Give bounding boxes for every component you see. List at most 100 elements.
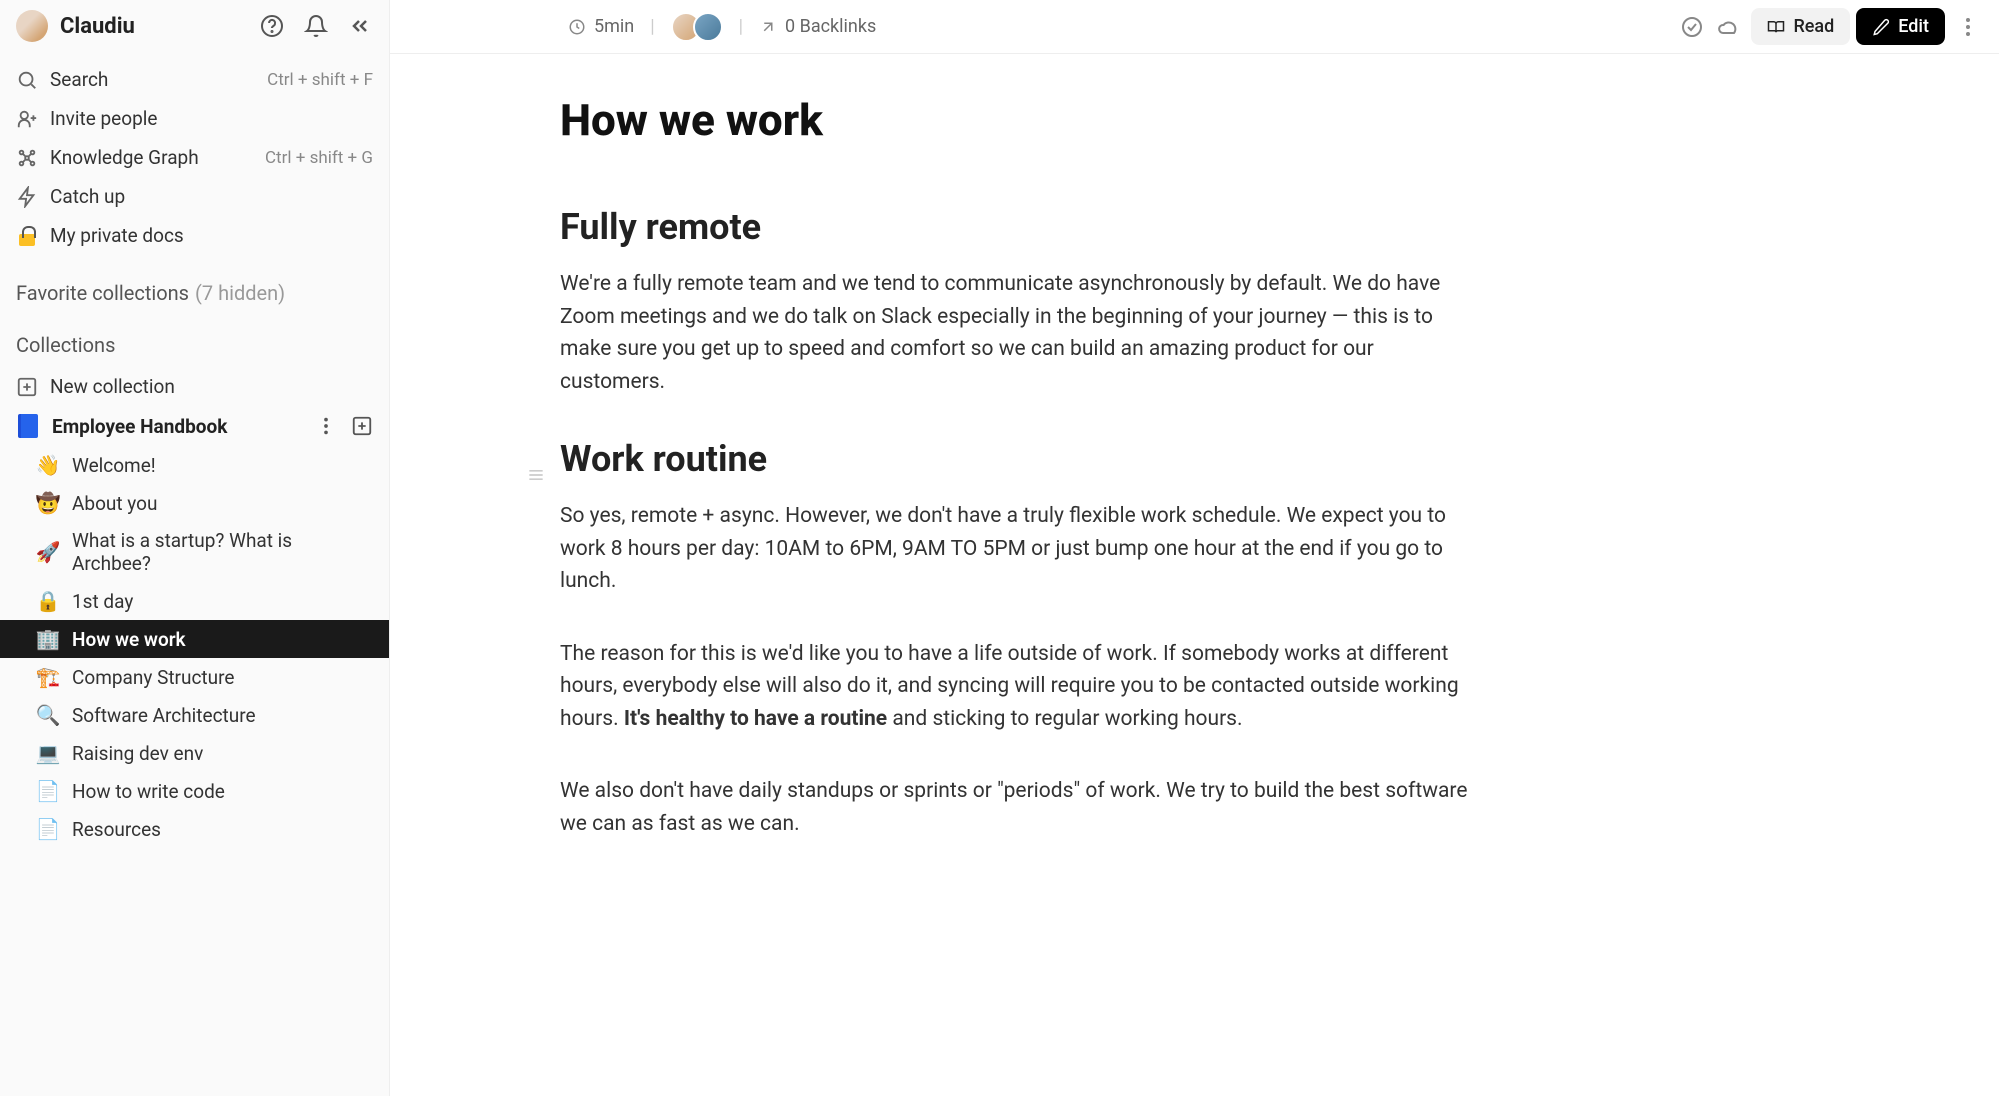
book-icon — [16, 414, 40, 438]
new-collection-button[interactable]: New collection — [0, 367, 389, 406]
shortcut-hint: Ctrl + shift + F — [267, 70, 373, 90]
doc-item[interactable]: 🚀 What is a startup? What is Archbee? — [0, 522, 389, 582]
heading-text: Work routine — [560, 438, 767, 480]
sidebar-item-catchup[interactable]: Catch up — [0, 177, 389, 216]
graph-icon — [16, 147, 38, 169]
collection-employee-handbook[interactable]: Employee Handbook — [0, 406, 389, 446]
paragraph[interactable]: The reason for this is we'd like you to … — [560, 638, 1470, 736]
check-circle-icon[interactable] — [1679, 14, 1705, 40]
read-label: Read — [1793, 16, 1834, 37]
drag-handle-icon[interactable] — [526, 452, 546, 494]
doc-emoji-icon: 🏗️ — [36, 665, 60, 689]
doc-item[interactable]: 🔍 Software Architecture — [0, 696, 389, 734]
sidebar-item-label: Catch up — [50, 185, 373, 208]
doc-item[interactable]: 📄 How to write code — [0, 772, 389, 810]
user-name[interactable]: Claudiu — [60, 14, 247, 39]
doc-title[interactable]: How we work — [560, 94, 1979, 146]
doc-item[interactable]: 🤠 About you — [0, 484, 389, 522]
doc-emoji-icon: 💻 — [36, 741, 60, 765]
doc-emoji-icon: 📄 — [36, 779, 60, 803]
doc-emoji-icon: 👋 — [36, 453, 60, 477]
plus-square-icon — [16, 376, 38, 398]
sidebar-item-private[interactable]: My private docs — [0, 216, 389, 255]
help-icon[interactable] — [259, 13, 285, 39]
doc-label: Raising dev env — [72, 742, 203, 765]
user-avatar[interactable] — [16, 10, 48, 42]
sidebar-item-invite[interactable]: Invite people — [0, 99, 389, 138]
avatar — [693, 12, 723, 42]
doc-label: Welcome! — [72, 454, 156, 477]
main: 5min | | 0 Backlinks — [390, 0, 1999, 1096]
topbar: 5min | | 0 Backlinks — [390, 0, 1999, 54]
paragraph[interactable]: We're a fully remote team and we tend to… — [560, 268, 1470, 398]
separator: | — [644, 16, 660, 37]
shortcut-hint: Ctrl + shift + G — [265, 148, 373, 168]
backlink-icon — [759, 18, 777, 36]
text: and sticking to regular working hours. — [887, 707, 1242, 731]
bell-icon[interactable] — [303, 13, 329, 39]
backlinks[interactable]: 0 Backlinks — [759, 16, 876, 37]
collections-heading: Collections — [0, 315, 389, 367]
sidebar-item-label: Knowledge Graph — [50, 146, 253, 169]
backlinks-count: 0 Backlinks — [785, 16, 876, 37]
collections-label: Collections — [16, 333, 115, 357]
read-mode-button[interactable]: Read — [1751, 8, 1850, 45]
doc-item[interactable]: 📄 Resources — [0, 810, 389, 848]
doc-emoji-icon: 🏢 — [36, 627, 60, 651]
lightning-icon — [16, 186, 38, 208]
collection-label: Employee Handbook — [52, 415, 303, 438]
edit-label: Edit — [1898, 16, 1929, 37]
sidebar-item-graph[interactable]: Knowledge Graph Ctrl + shift + G — [0, 138, 389, 177]
invite-icon — [16, 108, 38, 130]
bold-text: It's healthy to have a routine — [624, 707, 887, 731]
collapse-sidebar-icon[interactable] — [347, 13, 373, 39]
sidebar-item-label: My private docs — [50, 224, 373, 247]
favorites-hidden-count: (7 hidden) — [195, 281, 285, 305]
read-time: 5min — [568, 16, 634, 37]
doc-emoji-icon: 🔍 — [36, 703, 60, 727]
paragraph[interactable]: So yes, remote + async. However, we don'… — [560, 500, 1470, 598]
book-open-icon — [1767, 18, 1785, 36]
doc-emoji-icon: 📄 — [36, 817, 60, 841]
doc-label: Company Structure — [72, 666, 234, 689]
doc-emoji-icon: 🔒 — [36, 589, 60, 613]
lock-icon — [16, 225, 38, 247]
doc-label: What is a startup? What is Archbee? — [72, 529, 373, 575]
add-doc-icon[interactable] — [351, 415, 373, 437]
clock-icon — [568, 18, 586, 36]
sidebar-item-label: Invite people — [50, 107, 373, 130]
document-content: How we work Fully remote We're a fully r… — [390, 54, 1999, 1096]
sidebar-header: Claudiu — [0, 0, 389, 52]
sidebar: Claudiu Search Ctrl + shift + F — [0, 0, 390, 1096]
doc-label: How to write code — [72, 780, 225, 803]
search-icon — [16, 69, 38, 91]
doc-item[interactable]: 💻 Raising dev env — [0, 734, 389, 772]
sidebar-item-search[interactable]: Search Ctrl + shift + F — [0, 60, 389, 99]
more-icon[interactable] — [315, 415, 337, 437]
doc-label: Software Architecture — [72, 704, 256, 727]
more-icon[interactable] — [1955, 14, 1981, 40]
doc-label: 1st day — [72, 590, 133, 613]
doc-emoji-icon: 🤠 — [36, 491, 60, 515]
doc-label: How we work — [72, 628, 186, 651]
doc-label: Resources — [72, 818, 161, 841]
doc-item[interactable]: 🏢 How we work — [0, 620, 389, 658]
cloud-icon[interactable] — [1715, 14, 1741, 40]
collaborator-avatars[interactable] — [671, 12, 723, 42]
doc-emoji-icon: 🚀 — [36, 540, 60, 564]
section-heading-remote[interactable]: Fully remote — [560, 206, 1979, 248]
section-heading-routine[interactable]: Work routine — [560, 438, 1979, 480]
separator: | — [733, 16, 749, 37]
doc-label: About you — [72, 492, 157, 515]
doc-list: 👋 Welcome! 🤠 About you 🚀 What is a startup? W… — [0, 446, 389, 848]
new-collection-label: New collection — [50, 375, 373, 398]
doc-item[interactable]: 🔒 1st day — [0, 582, 389, 620]
favorites-label: Favorite collections — [16, 281, 189, 305]
edit-mode-button[interactable]: Edit — [1856, 8, 1945, 45]
pen-icon — [1872, 18, 1890, 36]
sidebar-item-label: Search — [50, 68, 255, 91]
favorites-heading[interactable]: Favorite collections (7 hidden) — [0, 263, 389, 315]
doc-item[interactable]: 🏗️ Company Structure — [0, 658, 389, 696]
doc-item[interactable]: 👋 Welcome! — [0, 446, 389, 484]
paragraph[interactable]: We also don't have daily standups or spr… — [560, 775, 1470, 840]
